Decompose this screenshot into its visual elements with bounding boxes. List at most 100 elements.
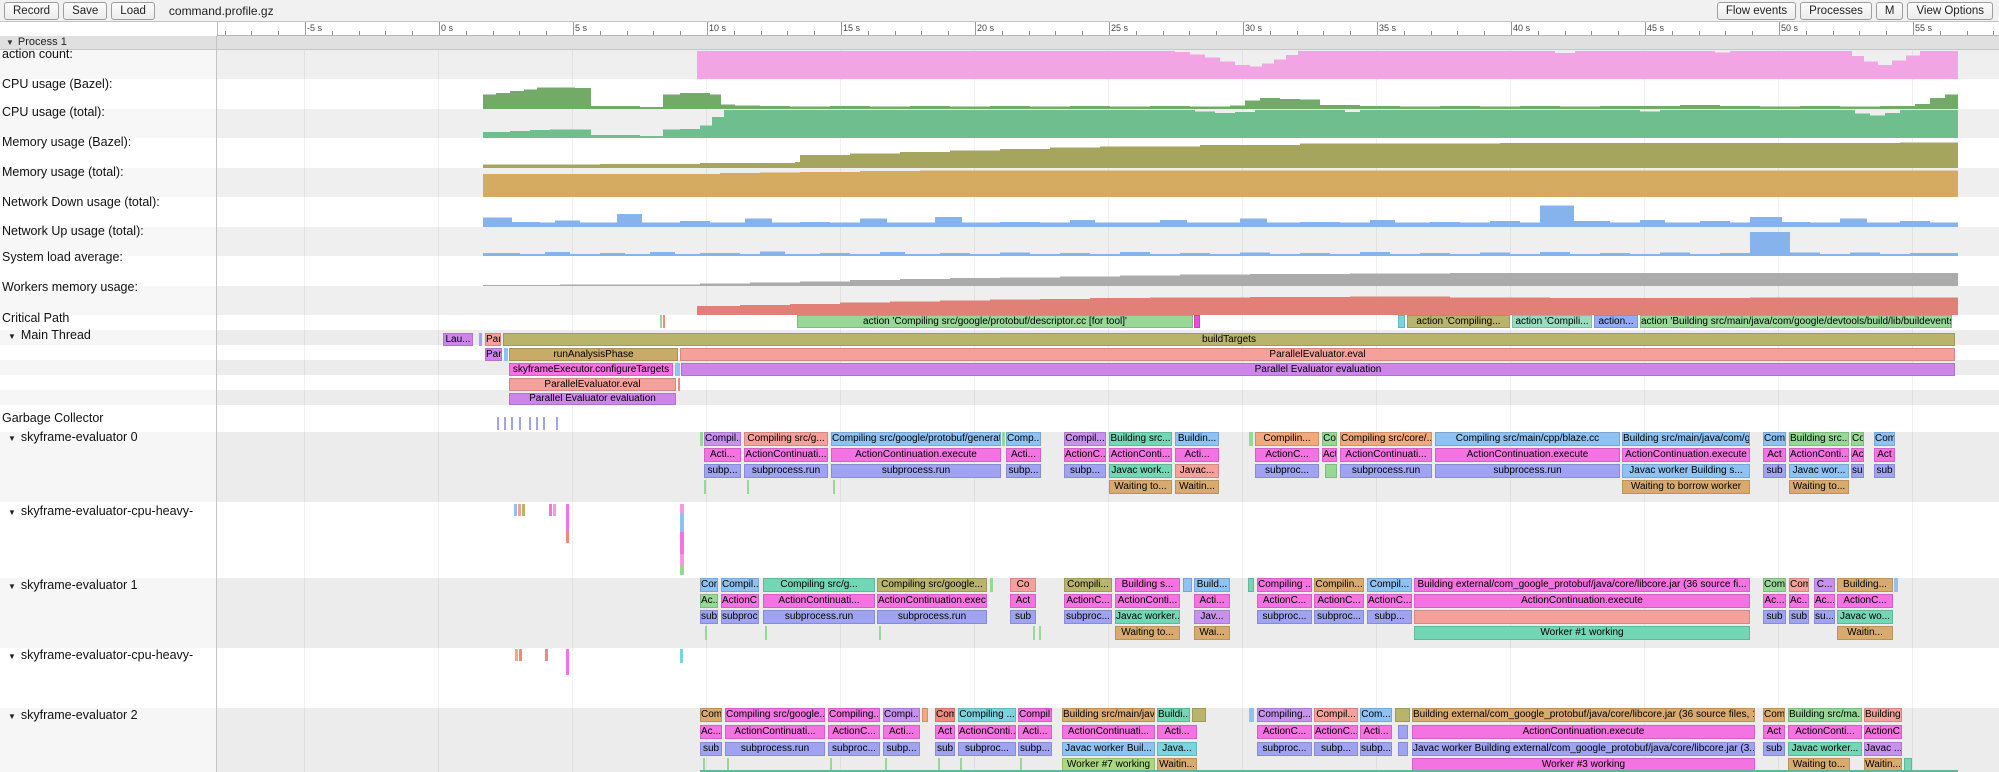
- trace-slice[interactable]: runAnalysisPhase: [509, 348, 678, 361]
- trace-slice[interactable]: ActionConti...: [958, 725, 1016, 739]
- trace-slice[interactable]: Ac...: [1814, 594, 1835, 608]
- trace-slice[interactable]: Compiling src/google/protobuf/generat...: [831, 432, 1001, 446]
- trace-slice[interactable]: Building s...: [1115, 578, 1180, 592]
- trace-slice[interactable]: [990, 578, 993, 592]
- trace-slice[interactable]: Com: [1763, 578, 1786, 592]
- trace-slice[interactable]: [1395, 708, 1410, 722]
- trace-slice[interactable]: Ac...: [700, 594, 718, 608]
- trace-slice[interactable]: Waiting to...: [1109, 480, 1172, 494]
- trace-slice[interactable]: [556, 417, 558, 430]
- trace-slice[interactable]: Waitin...: [1837, 626, 1893, 640]
- trace-slice[interactable]: ActionC...: [1255, 448, 1319, 462]
- trace-slice[interactable]: ParallelEvaluator.eval: [509, 378, 676, 391]
- trace-slice[interactable]: subp...: [1360, 742, 1392, 756]
- trace-slice[interactable]: [511, 417, 513, 430]
- trace-slice[interactable]: [1414, 610, 1750, 624]
- trace-slice[interactable]: [1398, 742, 1408, 756]
- trace-slice[interactable]: Acti...: [1018, 725, 1052, 739]
- track-label-skyframe-evaluator-1[interactable]: ▼skyframe-evaluator 1: [8, 578, 138, 592]
- trace-slice[interactable]: sub: [1763, 464, 1786, 478]
- trace-slice[interactable]: Building src...: [1789, 432, 1849, 446]
- trace-slice[interactable]: Buildi...: [1157, 708, 1190, 722]
- trace-slice[interactable]: [680, 565, 684, 575]
- trace-slice[interactable]: [747, 480, 749, 494]
- trace-slice[interactable]: ActionConti...: [1115, 594, 1180, 608]
- counter-chart-cpu-usage-bazel[interactable]: [0, 79, 1999, 109]
- trace-slice[interactable]: ActionC...: [721, 594, 759, 608]
- trace-slice[interactable]: ActionContinuati...: [1340, 448, 1432, 462]
- trace-slice[interactable]: [680, 532, 684, 554]
- trace-slice[interactable]: [1039, 626, 1041, 640]
- trace-slice[interactable]: sub: [1763, 742, 1785, 756]
- trace-slice[interactable]: action 'Compili...: [1512, 315, 1592, 328]
- record-button[interactable]: Record: [4, 2, 59, 20]
- trace-slice[interactable]: [879, 626, 881, 640]
- trace-slice[interactable]: C...: [1814, 578, 1835, 592]
- trace-slice[interactable]: Building src...: [1109, 432, 1172, 446]
- trace-slice[interactable]: Act: [1874, 448, 1895, 462]
- trace-slice[interactable]: Compil...: [721, 578, 759, 592]
- counter-chart-cpu-usage-total[interactable]: [0, 109, 1999, 138]
- trace-slice[interactable]: [504, 348, 508, 361]
- trace-slice[interactable]: ActionConti...: [1789, 448, 1849, 462]
- flow-events-button[interactable]: Flow events: [1717, 2, 1796, 20]
- trace-slice[interactable]: Ac...: [700, 725, 722, 739]
- trace-slice[interactable]: [680, 649, 683, 663]
- trace-slice[interactable]: Building external/com_google_protobuf/ja…: [1414, 578, 1750, 592]
- trace-slice[interactable]: subp...: [1064, 464, 1106, 478]
- trace-slice[interactable]: ActionC...: [1864, 725, 1902, 739]
- view-options-button[interactable]: View Options: [1907, 2, 1993, 20]
- trace-slice[interactable]: Acti...: [1006, 448, 1041, 462]
- counter-chart-system-load-average[interactable]: [0, 256, 1999, 286]
- trace-slice[interactable]: Waitin...: [1175, 480, 1219, 494]
- trace-slice[interactable]: subproc...: [958, 742, 1016, 756]
- trace-slice[interactable]: su...: [1814, 610, 1835, 624]
- save-button[interactable]: Save: [63, 2, 107, 20]
- trace-slice[interactable]: ActionContinuation.execute: [831, 448, 1001, 462]
- trace-slice[interactable]: Acti...: [883, 725, 920, 739]
- trace-slice[interactable]: Act: [1763, 448, 1786, 462]
- trace-slice[interactable]: action...: [1594, 315, 1638, 328]
- trace-slice[interactable]: Building src/ma...: [1788, 708, 1862, 722]
- trace-slice[interactable]: [680, 504, 684, 514]
- trace-slice[interactable]: subproc...: [1257, 742, 1312, 756]
- trace-slice[interactable]: Compil...: [1367, 578, 1412, 592]
- trace-slice[interactable]: [700, 432, 703, 446]
- trace-slice[interactable]: Buildin...: [1175, 432, 1219, 446]
- trace-slice[interactable]: Compiling src/google...: [725, 708, 825, 722]
- trace-slice[interactable]: Act: [1851, 448, 1864, 462]
- trace-slice[interactable]: Javac worker...: [1788, 742, 1862, 756]
- trace-slice[interactable]: [519, 417, 521, 430]
- trace-slice[interactable]: [1249, 432, 1253, 446]
- trace-slice[interactable]: subprocess.run: [763, 610, 875, 624]
- trace-slice[interactable]: Waiting to...: [1115, 626, 1180, 640]
- trace-slice[interactable]: Compil...: [704, 432, 741, 446]
- trace-slice[interactable]: Compilin...: [1255, 432, 1319, 446]
- trace-slice[interactable]: Compiling src/g...: [763, 578, 875, 592]
- trace-slice[interactable]: Javac wor...: [1789, 464, 1849, 478]
- trace-slice[interactable]: [536, 417, 538, 430]
- trace-slice[interactable]: Lau...: [443, 333, 473, 346]
- trace-slice[interactable]: [1248, 578, 1254, 592]
- trace-slice[interactable]: ActionContinuation.execute: [877, 594, 987, 608]
- trace-slice[interactable]: Building src/main/jav...: [1062, 708, 1155, 722]
- trace-slice[interactable]: Act: [1322, 448, 1337, 462]
- trace-slice[interactable]: [479, 333, 482, 346]
- trace-slice[interactable]: ActionContinuation.execute: [1435, 448, 1620, 462]
- trace-slice[interactable]: [705, 626, 707, 640]
- trace-slice[interactable]: Compil...: [1064, 432, 1106, 446]
- trace-slice[interactable]: Compilin...: [1314, 578, 1364, 592]
- trace-slice[interactable]: ActionC...: [1064, 594, 1112, 608]
- trace-slice[interactable]: Acti...: [1175, 448, 1219, 462]
- trace-slice[interactable]: [522, 504, 525, 516]
- counter-chart-workers-memory-usage[interactable]: [0, 286, 1999, 315]
- processes-button[interactable]: Processes: [1800, 2, 1872, 20]
- trace-slice[interactable]: Com: [700, 708, 722, 722]
- trace-slice[interactable]: [663, 315, 665, 328]
- trace-slice[interactable]: ActionC...: [1314, 725, 1358, 739]
- trace-slice[interactable]: [1033, 626, 1035, 640]
- trace-slice[interactable]: subprocess.run: [744, 464, 828, 478]
- trace-slice[interactable]: ActionContinuation.execute: [1414, 594, 1750, 608]
- trace-slice[interactable]: Javac work...: [1109, 464, 1172, 478]
- trace-slice[interactable]: [1398, 315, 1405, 328]
